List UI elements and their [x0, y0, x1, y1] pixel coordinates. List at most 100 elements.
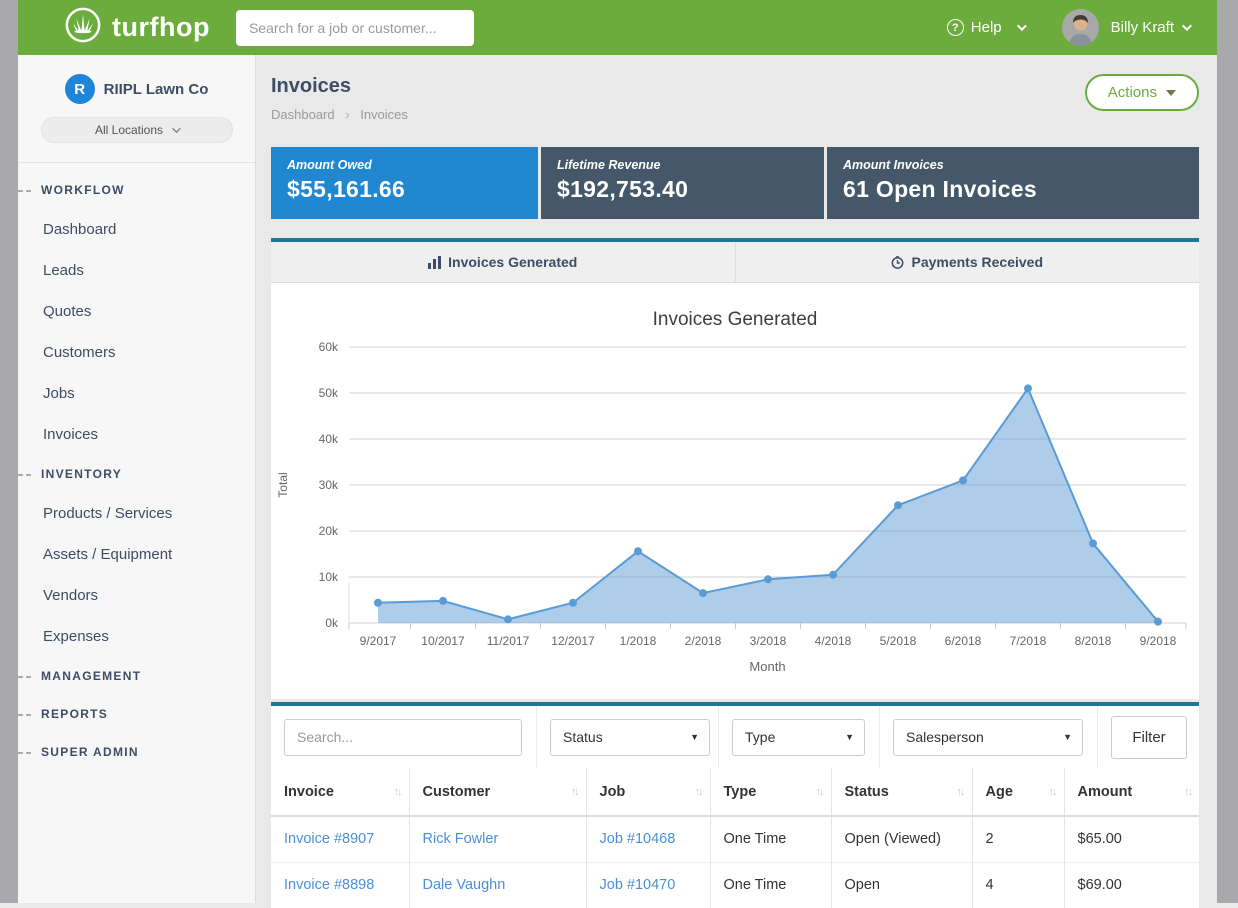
svg-text:10/2017: 10/2017: [421, 634, 465, 648]
sort-icon[interactable]: ↑↓: [816, 786, 823, 798]
sort-icon[interactable]: ↑↓: [394, 786, 401, 798]
column-header-status[interactable]: Status↑↓: [831, 768, 972, 816]
sidebar-section-workflow[interactable]: WORKFLOW: [18, 171, 255, 209]
stat-label: Lifetime Revenue: [557, 158, 808, 172]
column-header-type[interactable]: Type↑↓: [710, 768, 831, 816]
svg-text:6/2018: 6/2018: [945, 634, 982, 648]
top-navbar: turfhop ? Help Billy Kraft: [18, 0, 1217, 55]
sort-icon[interactable]: ↑↓: [1184, 786, 1191, 798]
stat-value: $192,753.40: [557, 176, 808, 203]
stat-card-amount-owed: Amount Owed $55,161.66: [271, 147, 538, 219]
sidebar-item-customers[interactable]: Customers: [18, 332, 255, 373]
svg-text:3/2018: 3/2018: [750, 634, 787, 648]
svg-text:5/2018: 5/2018: [880, 634, 917, 648]
sidebar-item-leads[interactable]: Leads: [18, 250, 255, 291]
page-title: Invoices: [271, 75, 1199, 98]
sidebar-section-super-admin[interactable]: SUPER ADMIN: [18, 733, 255, 771]
chart-tabs-panel: Invoices Generated Payments Received Inv…: [271, 238, 1199, 699]
sidebar-item-products-services[interactable]: Products / Services: [18, 493, 255, 534]
caret-down-icon: [1166, 90, 1176, 96]
sidebar-item-invoices[interactable]: Invoices: [18, 414, 255, 455]
invoices-generated-chart: 0k10k20k30k40k50k60k9/201710/201711/2017…: [271, 333, 1200, 683]
sidebar-item-quotes[interactable]: Quotes: [18, 291, 255, 332]
sidebar-item-dashboard[interactable]: Dashboard: [18, 209, 255, 250]
help-icon: ?: [947, 19, 964, 36]
sort-icon[interactable]: ↑↓: [571, 786, 578, 798]
sidebar-item-vendors[interactable]: Vendors: [18, 575, 255, 616]
clock-icon: [891, 256, 904, 269]
job-link[interactable]: Job #10468: [600, 831, 676, 847]
salesperson-select[interactable]: Salesperson ▼: [893, 719, 1083, 756]
breadcrumb-separator-icon: ›: [345, 107, 349, 122]
svg-text:Total: Total: [276, 472, 290, 497]
svg-text:9/2018: 9/2018: [1140, 634, 1177, 648]
turfhop-logo[interactable]: turfhop: [64, 6, 210, 49]
stat-card-lifetime-revenue: Lifetime Revenue $192,753.40: [541, 147, 824, 219]
column-header-customer[interactable]: Customer↑↓: [409, 768, 586, 816]
invoice-link[interactable]: Invoice #8907: [284, 831, 374, 847]
status-cell: Open: [831, 862, 972, 908]
sidebar-item-expenses[interactable]: Expenses: [18, 616, 255, 657]
locations-dropdown[interactable]: All Locations: [41, 117, 233, 143]
svg-text:9/2017: 9/2017: [360, 634, 397, 648]
tab-invoices-generated[interactable]: Invoices Generated: [271, 242, 735, 282]
user-avatar[interactable]: [1062, 9, 1099, 46]
customer-link[interactable]: Dale Vaughn: [423, 877, 506, 893]
column-header-age[interactable]: Age↑↓: [972, 768, 1064, 816]
caret-down-icon: ▼: [1063, 732, 1072, 742]
company-logo-badge: R: [65, 74, 95, 104]
column-header-amount[interactable]: Amount↑↓: [1064, 768, 1199, 816]
job-link[interactable]: Job #10470: [600, 877, 676, 893]
global-search-input[interactable]: [236, 10, 474, 46]
breadcrumb-dashboard[interactable]: Dashboard: [271, 107, 335, 122]
svg-text:12/2017: 12/2017: [551, 634, 595, 648]
sidebar: R RIIPL Lawn Co All Locations WORKFLOW D…: [18, 55, 256, 903]
chart-title: Invoices Generated: [271, 283, 1199, 331]
sort-icon[interactable]: ↑↓: [957, 786, 964, 798]
table-search-input[interactable]: [284, 719, 522, 756]
main-content: Invoices Dashboard › Invoices Actions Am…: [256, 55, 1217, 903]
sidebar-nav: WORKFLOW Dashboard Leads Quotes Customer…: [18, 163, 255, 771]
help-label: Help: [971, 19, 1002, 36]
caret-down-icon: ▼: [690, 732, 699, 742]
invoice-link[interactable]: Invoice #8898: [284, 877, 374, 893]
user-name[interactable]: Billy Kraft: [1111, 19, 1174, 36]
sidebar-item-assets-equipment[interactable]: Assets / Equipment: [18, 534, 255, 575]
dash-icon: [18, 474, 31, 476]
svg-text:7/2018: 7/2018: [1010, 634, 1047, 648]
scrollbar-track[interactable]: [1217, 0, 1238, 903]
filter-button[interactable]: Filter: [1111, 716, 1187, 759]
dash-icon: [18, 676, 31, 678]
type-select[interactable]: Type ▼: [732, 719, 865, 756]
tab-payments-received[interactable]: Payments Received: [735, 242, 1200, 282]
help-menu[interactable]: ? Help: [947, 19, 1024, 36]
dash-icon: [18, 714, 31, 716]
svg-text:10k: 10k: [319, 570, 339, 584]
app-window: turfhop ? Help Billy Kraft: [18, 0, 1217, 903]
column-header-invoice[interactable]: Invoice↑↓: [271, 768, 409, 816]
sidebar-item-jobs[interactable]: Jobs: [18, 373, 255, 414]
column-header-job[interactable]: Job↑↓: [586, 768, 710, 816]
chevron-down-icon: [1017, 21, 1027, 31]
stat-label: Amount Invoices: [843, 158, 1183, 172]
dash-icon: [18, 190, 31, 192]
stat-value: 61 Open Invoices: [843, 176, 1183, 203]
chevron-down-icon[interactable]: [1182, 21, 1192, 31]
svg-text:4/2018: 4/2018: [815, 634, 852, 648]
company-switcher[interactable]: R RIIPL Lawn Co: [18, 55, 255, 104]
status-select[interactable]: Status ▼: [550, 719, 710, 756]
breadcrumb-invoices[interactable]: Invoices: [360, 107, 408, 122]
stats-row: Amount Owed $55,161.66 Lifetime Revenue …: [271, 147, 1199, 219]
sidebar-section-reports[interactable]: REPORTS: [18, 695, 255, 733]
caret-down-icon: ▼: [845, 732, 854, 742]
sort-icon[interactable]: ↑↓: [1049, 786, 1056, 798]
customer-link[interactable]: Rick Fowler: [423, 831, 499, 847]
actions-button[interactable]: Actions: [1085, 74, 1199, 111]
chart-panel: Invoices Generated 0k10k20k30k40k50k60k9…: [271, 283, 1199, 699]
sort-icon[interactable]: ↑↓: [695, 786, 702, 798]
svg-text:2/2018: 2/2018: [685, 634, 722, 648]
sidebar-section-management[interactable]: MANAGEMENT: [18, 657, 255, 695]
sidebar-section-inventory[interactable]: INVENTORY: [18, 455, 255, 493]
age-cell: 2: [972, 816, 1064, 862]
bar-chart-icon: [428, 256, 441, 269]
